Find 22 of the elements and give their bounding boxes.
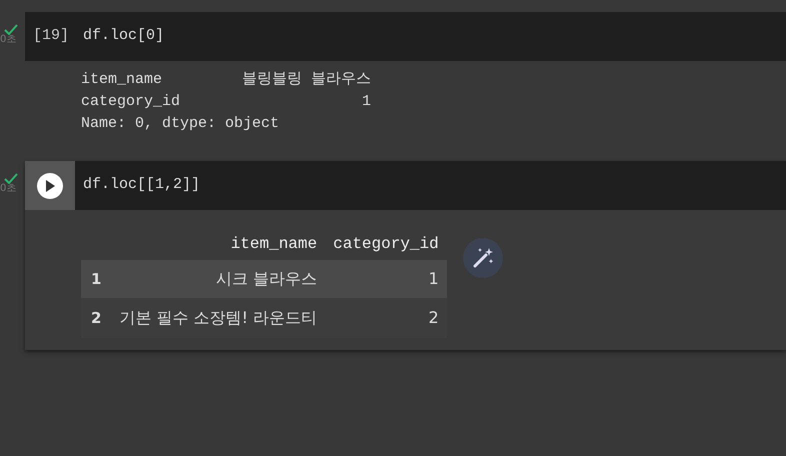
execution-time: 0초: [0, 184, 16, 194]
table-cell: 2: [325, 298, 447, 338]
execution-count: [19]: [32, 26, 70, 46]
magic-wand-icon: [470, 246, 495, 270]
table-cell: 기본 필수 소장템! 라운드티: [111, 298, 326, 338]
output-label: category_id: [81, 92, 182, 112]
row-index: 1: [81, 260, 112, 298]
output-value: 블링블링 블라우스: [240, 70, 371, 90]
output-line: Name: 0, dtype: object: [81, 114, 280, 134]
column-header: category_id: [325, 228, 447, 260]
code-line[interactable]: df.loc[[1,2]]: [75, 174, 200, 197]
table-cell: 시크 블라우스: [111, 260, 326, 298]
run-button[interactable]: [37, 172, 63, 198]
row-index: 2: [81, 298, 112, 338]
execution-time: 0초: [0, 35, 16, 45]
column-header: item_name: [111, 228, 326, 260]
table-cell: 1: [325, 260, 447, 298]
output-label: item_name: [81, 70, 164, 90]
magic-wand-button[interactable]: [462, 238, 503, 278]
output-value: 1: [360, 92, 371, 112]
play-icon: [45, 180, 55, 192]
code-line[interactable]: df.loc[0]: [75, 25, 164, 48]
